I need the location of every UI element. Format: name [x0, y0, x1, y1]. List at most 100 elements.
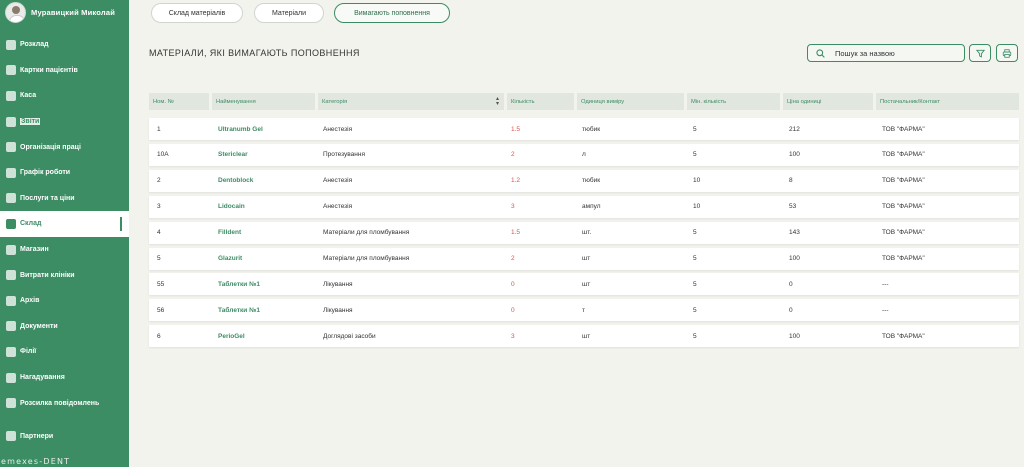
col-category-header[interactable]: Категорія ▴ ▾ — [318, 93, 504, 110]
tasks-icon — [6, 142, 16, 153]
col-supplier-header: Постачальник/Контакт — [876, 93, 1019, 110]
table-row[interactable]: 2 Dentoblock Анестезія 1.2 тюбик 10 8 ТОВ "ФАРМ… — [149, 169, 1019, 192]
cell-unit: л — [582, 151, 586, 159]
sidebar-item-label: Послуги та ціни — [20, 194, 75, 202]
cell-name[interactable]: Stericlear — [218, 144, 248, 166]
tab-stock-materials[interactable]: Склад матеріалів — [151, 3, 243, 23]
cell-name[interactable]: Lidocain — [218, 196, 245, 218]
cell-unit-price: 143 — [789, 229, 800, 237]
table-row[interactable]: 6 PerioGel Доглядові засоби 3 шт 5 100 ТОВ "ФАР… — [149, 325, 1019, 348]
cell-min-quantity: 5 — [693, 151, 697, 159]
column-label: Постачальник/Контакт — [880, 98, 941, 105]
cell-min-quantity: 5 — [693, 306, 697, 314]
cell-unit-price: 0 — [789, 306, 793, 314]
avatar — [5, 2, 26, 23]
cell-name[interactable]: Таблетки №1 — [218, 273, 260, 295]
services-icon — [6, 193, 16, 204]
sidebar-item-label: Документи — [20, 322, 58, 330]
cell-number: 4 — [157, 229, 161, 237]
logo: emexes-DENT — [1, 457, 71, 466]
table-row[interactable]: 1 Ultranumb Gel Анестезія 1.5 тюбик 5 212 ТОВ "… — [149, 118, 1019, 140]
sidebar-item[interactable]: Архів — [0, 288, 129, 314]
table-row[interactable]: 4 Filldent Матеріали для пломбування 1.5 шт.… — [149, 221, 1019, 244]
table-row[interactable]: 55 Таблетки №1 Лікування 0 шт 5 0 --- — [149, 273, 1019, 296]
sidebar-item[interactable]: Філії — [0, 339, 129, 365]
sidebar-item[interactable]: Витрати клініки — [0, 262, 129, 288]
table-row[interactable]: 10А Stericlear Протезування 2 л 5 100 ТОВ "ФАРМ… — [149, 143, 1019, 166]
sidebar-item[interactable]: Послуги та ціни — [0, 186, 129, 212]
cell-unit-price: 100 — [789, 255, 800, 262]
cell-category: Анестезія — [323, 177, 353, 185]
cell-quantity: 1.5 — [511, 229, 521, 237]
table-row[interactable]: 56 Таблетки №1 Лікування 0 т 5 0 --- — [149, 299, 1019, 322]
filter-button[interactable] — [969, 44, 991, 62]
cell-number: 3 — [157, 203, 161, 211]
table-row[interactable]: 5 Glazurit Матеріали для пломбування 2 шт 5 10… — [149, 247, 1019, 270]
cell-supplier: ТОВ "ФАРМА" — [882, 151, 925, 159]
sidebar-item[interactable]: Розклад — [0, 32, 129, 58]
cell-name[interactable]: Filldent — [218, 222, 241, 244]
sidebar-item-label: Філії — [20, 348, 37, 356]
sidebar-item[interactable]: Звіти — [0, 109, 129, 135]
sidebar-item-label: Графік роботи — [20, 169, 71, 177]
sort-icon[interactable]: ▴ ▾ — [496, 96, 499, 107]
column-label: Найменування — [216, 98, 256, 105]
shop-icon — [6, 244, 16, 255]
sidebar-item[interactable]: Каса — [0, 83, 129, 109]
cell-name[interactable]: Dentoblock — [218, 170, 253, 192]
tab-need-replenishment[interactable]: Вимагають поповнення — [334, 3, 450, 23]
cart-icon — [6, 218, 16, 229]
sidebar-item[interactable]: Документи — [0, 314, 129, 340]
sidebar-item-label: Каса — [20, 92, 37, 100]
cell-min-quantity: 5 — [693, 255, 697, 262]
print-button[interactable] — [996, 44, 1018, 62]
sidebar-item-label: Звіти — [20, 118, 41, 126]
sidebar-item[interactable]: Склад — [0, 211, 129, 237]
sidebar-item[interactable]: Організація праці — [0, 134, 129, 160]
cell-unit-price: 0 — [789, 280, 793, 288]
user-profile[interactable]: Муравицкий Миколай — [0, 0, 129, 25]
cell-number: 2 — [157, 177, 161, 185]
sidebar-item[interactable]: Нагадування — [0, 365, 129, 391]
cell-number: 55 — [157, 280, 165, 288]
cell-unit-price: 212 — [789, 125, 800, 133]
cell-number: 56 — [157, 306, 165, 314]
col-min-quantity-header: Мін. кількість — [687, 93, 780, 110]
cell-unit: ампул — [582, 203, 601, 211]
user-name: Муравицкий Миколай — [31, 8, 116, 17]
sidebar-nav: Розклад Картки пацієнтів Каса Звіти Організа… — [0, 32, 129, 416]
cell-supplier: ТОВ "ФАРМА" — [882, 125, 925, 133]
sidebar-item[interactable]: Розсилка повідомлень — [0, 390, 129, 416]
patients-icon — [6, 65, 16, 76]
cell-unit: шт — [582, 255, 591, 262]
sidebar-item-partners[interactable]: Партнери — [0, 427, 129, 445]
cell-name[interactable]: PerioGel — [218, 325, 245, 347]
sidebar-item[interactable]: Графік роботи — [0, 160, 129, 186]
table-row[interactable]: 3 Lidocain Анестезія 3 ампул 10 53 ТОВ "ФАРМА" — [149, 195, 1019, 218]
col-unit-price-header: Ціна одиниці — [783, 93, 873, 110]
cell-unit-price: 100 — [789, 332, 800, 340]
cell-supplier: --- — [882, 280, 889, 288]
cell-category: Лікування — [323, 280, 353, 288]
tab-materials[interactable]: Матеріали — [254, 3, 324, 23]
col-name-header: Найменування — [212, 93, 315, 110]
cell-name[interactable]: Ultranumb Gel — [218, 118, 263, 140]
cell-quantity: 1.5 — [511, 125, 521, 133]
sidebar-item-label: Витрати клініки — [20, 271, 75, 279]
sidebar-item-label: Нагадування — [20, 374, 65, 382]
cell-quantity: 3 — [511, 332, 515, 340]
cell-name[interactable]: Glazurit — [218, 248, 242, 270]
search-icon — [816, 48, 825, 58]
search-input[interactable] — [835, 48, 955, 58]
cell-number: 1 — [157, 125, 161, 133]
column-label: Кількість — [511, 98, 535, 105]
cell-category: Матеріали для пломбування — [323, 229, 410, 237]
sidebar-item[interactable]: Картки пацієнтів — [0, 58, 129, 84]
cell-min-quantity: 5 — [693, 229, 697, 237]
cell-min-quantity: 10 — [693, 203, 701, 211]
sidebar-item[interactable]: Магазин — [0, 237, 129, 263]
cell-min-quantity: 5 — [693, 280, 697, 288]
expenses-icon — [6, 270, 16, 281]
cell-unit: тюбик — [582, 125, 601, 133]
cell-name[interactable]: Таблетки №1 — [218, 299, 260, 321]
